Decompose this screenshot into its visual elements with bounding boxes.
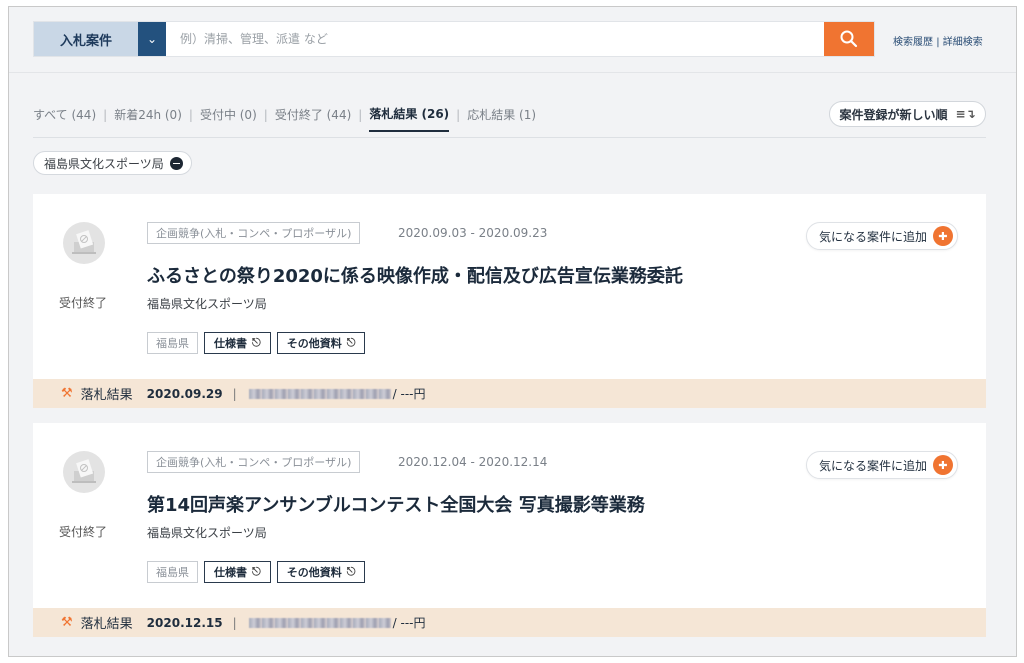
link-separator: | (936, 37, 940, 48)
tab-all[interactable]: すべて (44) (33, 106, 96, 131)
sort-button[interactable]: 案件登録が新しい順 ≡↴ (829, 101, 986, 127)
award-price: / ---円 (392, 387, 426, 401)
search-button[interactable] (824, 22, 874, 56)
tab-separator: | (188, 107, 193, 122)
filter-chip-label: 福島県文化スポーツ局 (44, 156, 164, 171)
attachment-icon: ⎋ (346, 565, 356, 578)
favorites-label: 気になる案件に追加 (819, 229, 928, 244)
procurement-type-tag: 企画競争(入札・コンペ・プロポーザル) (147, 451, 361, 473)
tag-row: 福島県 仕様書 ⎋ その他資料 ⎋ (147, 332, 366, 354)
tab-new-24h[interactable]: 新着24h (0) (114, 106, 182, 131)
tab-accepting[interactable]: 受付中 (0) (200, 106, 257, 131)
tab-bid-results[interactable]: 応札結果 (1) (467, 106, 536, 131)
add-to-favorites-button[interactable]: 気になる案件に追加 ✚ (806, 222, 959, 250)
award-result-label: 落札結果 (80, 617, 133, 632)
bid-period: 2020.09.03 - 2020.09.23 (398, 226, 548, 240)
ballot-box-icon (63, 222, 105, 264)
organization-name: 福島県文化スポーツ局 (147, 297, 267, 311)
pin-icon: ✚ (933, 226, 954, 246)
tab-closed[interactable]: 受付終了 (44) (275, 106, 351, 131)
prefecture-tag: 福島県 (147, 332, 198, 354)
result-tabs: すべて (44) | 新着24h (0) | 受付中 (0) | 受付終了 (4… (33, 105, 536, 132)
redacted-winner-name (248, 617, 391, 628)
result-separator: | (232, 615, 237, 630)
result-separator: | (232, 386, 237, 401)
tab-separator: | (456, 107, 461, 122)
tab-separator: | (358, 107, 363, 122)
tab-separator: | (103, 107, 108, 122)
organization-name: 福島県文化スポーツ局 (147, 526, 267, 540)
tab-divider (33, 137, 986, 138)
other-documents-button[interactable]: その他資料 ⎋ (276, 561, 366, 583)
filter-chip: 福島県文化スポーツ局 (33, 151, 192, 175)
tender-card-body: 受付終了 企画競争(入札・コンペ・プロポーザル) 2020.12.04 - 20… (33, 423, 986, 608)
spec-document-label: 仕様書 (214, 337, 247, 350)
attachment-icon: ⎋ (252, 565, 261, 578)
award-date: 2020.12.15 (146, 615, 223, 630)
tab-award-results[interactable]: 落札結果 (26) (369, 105, 450, 132)
gavel-icon: ⚒ (61, 386, 73, 401)
award-price: / ---円 (392, 616, 426, 630)
other-documents-label: その他資料 (286, 566, 342, 579)
ballot-box-icon (63, 451, 105, 493)
pin-icon: ✚ (933, 455, 954, 475)
tag-row: 福島県 仕様書 ⎋ その他資料 ⎋ (147, 561, 366, 583)
redacted-winner-name (248, 388, 391, 399)
sort-descending-icon: ≡↴ (955, 107, 976, 121)
tender-card-body: 受付終了 企画競争(入札・コンペ・プロポーザル) 2020.09.03 - 20… (33, 194, 986, 379)
tender-title[interactable]: 第14回声楽アンサンブルコンテスト全国大会 写真撮影等業務 (147, 491, 645, 517)
advanced-search-link[interactable]: 詳細検索 (943, 37, 983, 48)
remove-filter-icon[interactable] (169, 156, 183, 170)
status-label: 受付終了 (59, 525, 108, 539)
category-select[interactable]: 入札案件 (34, 22, 138, 56)
award-result-bar: ⚒ 落札結果 2020.09.29 | / ---円 (33, 379, 986, 408)
chevron-down-icon[interactable]: ⌄ (138, 22, 166, 56)
spec-document-button[interactable]: 仕様書 ⎋ (204, 561, 271, 583)
tender-card: 受付終了 企画競争(入札・コンペ・プロポーザル) 2020.12.04 - 20… (33, 423, 986, 637)
spec-document-label: 仕様書 (214, 566, 247, 579)
status-label: 受付終了 (59, 296, 108, 310)
award-result-bar: ⚒ 落札結果 2020.12.15 | / ---円 (33, 608, 986, 637)
spec-document-button[interactable]: 仕様書 ⎋ (204, 332, 271, 354)
header-bar: 入札案件 ⌄ 検索履歴 | 詳細検索 (9, 7, 1016, 73)
favorites-label: 気になる案件に追加 (819, 458, 928, 473)
tender-card: 受付終了 企画競争(入札・コンペ・プロポーザル) 2020.09.03 - 20… (33, 194, 986, 408)
tender-title[interactable]: ふるさとの祭り2020に係る映像作成・配信及び広告宣伝業務委託 (147, 262, 683, 288)
prefecture-tag: 福島県 (147, 561, 198, 583)
other-documents-label: その他資料 (286, 337, 342, 350)
attachment-icon: ⎋ (346, 336, 356, 349)
procurement-type-tag: 企画競争(入札・コンペ・プロポーザル) (147, 222, 361, 244)
sort-label: 案件登録が新しい順 (839, 107, 948, 122)
gavel-icon: ⚒ (61, 615, 73, 630)
award-result-label: 落札結果 (80, 388, 133, 403)
search-sublinks: 検索履歴 | 詳細検索 (893, 33, 983, 48)
search-bar: 入札案件 ⌄ (33, 21, 875, 57)
search-history-link[interactable]: 検索履歴 (893, 37, 933, 48)
add-to-favorites-button[interactable]: 気になる案件に追加 ✚ (806, 451, 959, 479)
award-date: 2020.09.29 (146, 386, 223, 401)
other-documents-button[interactable]: その他資料 ⎋ (276, 332, 366, 354)
page-frame: 入札案件 ⌄ 検索履歴 | 詳細検索 すべて (44) | 新着24h (0) … (8, 6, 1017, 657)
search-icon (840, 30, 858, 48)
tab-separator: | (263, 107, 268, 122)
search-input[interactable] (166, 22, 824, 56)
attachment-icon: ⎋ (252, 336, 261, 349)
bid-period: 2020.12.04 - 2020.12.14 (398, 455, 548, 469)
